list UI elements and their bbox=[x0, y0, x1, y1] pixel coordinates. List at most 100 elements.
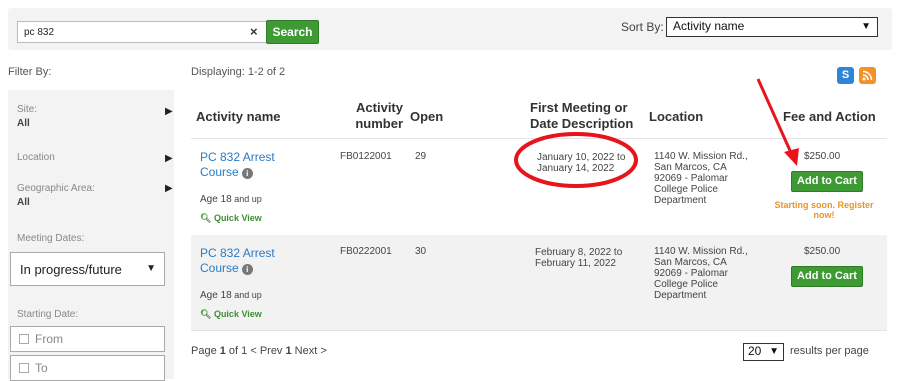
col-open[interactable]: Open bbox=[410, 109, 443, 125]
geographic-area-value: All bbox=[17, 197, 30, 208]
date-line1: February 8, 2022 to bbox=[535, 247, 623, 258]
sort-select[interactable]: Activity name ▼ bbox=[666, 17, 878, 37]
age-number: 18 bbox=[220, 194, 232, 205]
search-input[interactable] bbox=[17, 21, 267, 43]
open-spots: 29 bbox=[415, 151, 427, 162]
activity-name-line2: Course bbox=[200, 261, 239, 275]
location-line5: Department bbox=[654, 290, 707, 301]
info-icon[interactable]: i bbox=[241, 264, 253, 275]
age-suffix: and up bbox=[231, 290, 262, 300]
caret-right-icon[interactable]: ▶ bbox=[165, 153, 173, 164]
meeting-dates-label: Meeting Dates: bbox=[17, 233, 85, 244]
chevron-down-icon: ▼ bbox=[769, 346, 779, 357]
location-line3: 92069 - Palomar bbox=[654, 268, 728, 279]
site-filter[interactable]: Site: All bbox=[17, 104, 37, 129]
location: 1140 W. Mission Rd., San Marcos, CA 92069 … bbox=[654, 246, 748, 301]
date-line1: January 10, 2022 to bbox=[537, 152, 626, 163]
age-suffix: and up bbox=[231, 194, 262, 204]
site-filter-value: All bbox=[17, 118, 30, 129]
age-prefix: Age bbox=[200, 194, 221, 205]
clear-search-icon[interactable]: × bbox=[250, 24, 258, 39]
col-activity-number-line2: number bbox=[355, 116, 403, 131]
magnifier-icon: 🔍︎ bbox=[200, 213, 214, 223]
meeting-dates: February 8, 2022 to February 11, 2022 bbox=[535, 247, 622, 269]
activity-name-line2: Course bbox=[200, 165, 239, 179]
activity-number: FB0122001 bbox=[340, 151, 392, 162]
quick-view-label: Quick View bbox=[213, 213, 262, 223]
from-date-field[interactable]: From bbox=[10, 326, 165, 352]
meeting-dates-value: In progress/future bbox=[20, 262, 122, 277]
results-per-page-select[interactable]: 20 ▼ bbox=[743, 343, 784, 361]
col-first-meeting[interactable]: First Meeting or Date Description bbox=[530, 100, 633, 132]
magnifier-icon: 🔍︎ bbox=[200, 309, 214, 319]
search-button[interactable]: Search bbox=[266, 20, 319, 44]
col-activity-number-line1: Activity bbox=[356, 100, 403, 115]
activity-link[interactable]: PC 832 Arrest Course i bbox=[200, 246, 275, 276]
sort-by-label: Sort By: bbox=[621, 20, 664, 34]
quick-view-link[interactable]: 🔍︎ Quick View bbox=[200, 309, 262, 320]
meeting-dates-select[interactable]: In progress/future ▼ bbox=[10, 252, 165, 286]
note-line2: now! bbox=[813, 210, 835, 220]
calendar-icon bbox=[19, 334, 29, 344]
location-line2: San Marcos, CA bbox=[654, 162, 727, 173]
location-line1: 1140 W. Mission Rd., bbox=[654, 246, 748, 257]
to-date-field[interactable]: To bbox=[10, 355, 165, 381]
col-location[interactable]: Location bbox=[649, 109, 703, 125]
activity-link[interactable]: PC 832 Arrest Course i bbox=[200, 150, 275, 180]
col-first-meeting-line2: Date Description bbox=[530, 116, 634, 131]
prev-link[interactable]: of 1 < Prev bbox=[226, 345, 286, 357]
activity-number: FB0222001 bbox=[340, 246, 392, 257]
geographic-area-label: Geographic Area: bbox=[17, 183, 95, 194]
meeting-dates: January 10, 2022 to January 14, 2022 bbox=[537, 152, 625, 174]
age-requirement: Age 18 and up bbox=[200, 290, 262, 301]
fee: $250.00 bbox=[804, 246, 841, 257]
location-filter[interactable]: Location bbox=[17, 152, 55, 163]
location-line2: San Marcos, CA bbox=[654, 257, 727, 268]
date-line2: January 14, 2022 bbox=[537, 163, 615, 174]
calendar-icon bbox=[19, 363, 29, 373]
results-per-page-label: results per page bbox=[790, 345, 869, 357]
location-line4: College Police bbox=[654, 279, 718, 290]
chevron-down-icon: ▼ bbox=[146, 263, 156, 274]
col-activity-name[interactable]: Activity name bbox=[196, 109, 281, 125]
page-word: Page bbox=[191, 345, 220, 357]
age-number: 18 bbox=[220, 290, 232, 301]
footer-divider bbox=[191, 330, 887, 331]
rss-icon[interactable] bbox=[859, 67, 876, 84]
col-fee-action[interactable]: Fee and Action bbox=[783, 109, 876, 125]
geographic-area-filter[interactable]: Geographic Area: All bbox=[17, 183, 95, 208]
location: 1140 W. Mission Rd., San Marcos, CA 92069 … bbox=[654, 151, 748, 206]
caret-right-icon[interactable]: ▶ bbox=[165, 106, 173, 117]
arrow-head bbox=[784, 148, 799, 166]
results-count: Displaying: 1-2 of 2 bbox=[191, 66, 286, 78]
starting-date-label: Starting Date: bbox=[17, 309, 79, 320]
col-activity-number[interactable]: Activity number bbox=[355, 100, 403, 132]
per-page-value: 20 bbox=[748, 344, 762, 358]
quick-view-label: Quick View bbox=[213, 309, 262, 319]
activity-name-line1: PC 832 Arrest bbox=[200, 150, 275, 164]
chevron-down-icon: ▼ bbox=[861, 21, 871, 32]
share-icon[interactable]: S bbox=[837, 67, 854, 84]
location-line5: Department bbox=[654, 195, 707, 206]
fee: $250.00 bbox=[804, 151, 841, 162]
to-placeholder: To bbox=[35, 361, 48, 375]
location-line4: College Police bbox=[654, 184, 718, 195]
add-to-cart-button[interactable]: Add to Cart bbox=[791, 171, 863, 192]
col-first-meeting-line1: First Meeting or bbox=[530, 100, 628, 115]
date-line2: February 11, 2022 bbox=[535, 258, 616, 269]
header-divider bbox=[191, 138, 887, 139]
add-to-cart-button[interactable]: Add to Cart bbox=[791, 266, 863, 287]
filter-by-label: Filter By: bbox=[8, 66, 52, 78]
caret-right-icon[interactable]: ▶ bbox=[165, 183, 173, 194]
site-filter-label: Site: bbox=[17, 104, 38, 115]
next-link[interactable]: Next > bbox=[292, 345, 327, 357]
location-line1: 1140 W. Mission Rd., bbox=[654, 151, 748, 162]
from-placeholder: From bbox=[35, 332, 63, 346]
quick-view-link[interactable]: 🔍︎ Quick View bbox=[200, 213, 262, 224]
note-line1: Starting soon. Register bbox=[774, 200, 874, 210]
info-icon[interactable]: i bbox=[241, 168, 253, 179]
age-prefix: Age bbox=[200, 290, 221, 301]
location-line3: 92069 - Palomar bbox=[654, 173, 728, 184]
open-spots: 30 bbox=[415, 246, 427, 257]
activity-name-line1: PC 832 Arrest bbox=[200, 246, 275, 260]
